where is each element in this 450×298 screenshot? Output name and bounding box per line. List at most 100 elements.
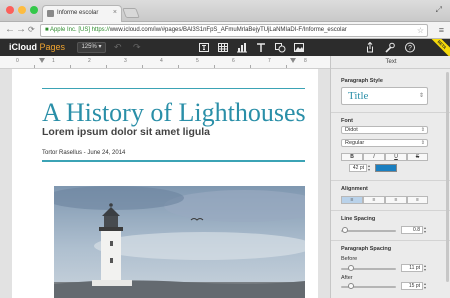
beta-flag: BETA [430, 39, 450, 56]
ruler-tick [178, 65, 179, 68]
bookmark-star-icon[interactable]: ☆ [417, 25, 424, 36]
title-top-rule [42, 88, 305, 89]
before-spacing-knob[interactable] [348, 265, 354, 271]
tools-icon[interactable] [384, 42, 396, 53]
document-title[interactable]: A History of Lighthouses [42, 98, 306, 128]
brand-name: iCloud [9, 42, 37, 52]
sidebar-scrollbar[interactable] [446, 72, 449, 282]
font-weight-value: Regular [345, 140, 365, 146]
format-sidebar: Text Paragraph Style Title ⇕ Font Didot … [330, 56, 450, 298]
bold-button[interactable]: B [341, 153, 363, 161]
chevron-updown-icon: ⇕ [418, 93, 424, 99]
close-window-button[interactable] [6, 6, 14, 14]
after-spacing-knob[interactable] [348, 283, 354, 289]
document-canvas: A History of Lighthouses Lorem ipsum dol… [0, 69, 330, 298]
divider [331, 180, 450, 181]
strikethrough-button[interactable]: S [407, 153, 428, 161]
ruler-label: 0 [16, 58, 19, 64]
ruler-label: 7 [268, 58, 271, 64]
document-byline[interactable]: Tortor Rasellus - June 24, 2014 [42, 150, 125, 156]
align-justify-button[interactable]: ≡ [407, 196, 428, 204]
shape-icon[interactable] [274, 42, 286, 53]
paragraph-icon[interactable] [198, 42, 210, 53]
right-margin-marker[interactable] [290, 58, 296, 63]
redo-button[interactable]: ↷ [133, 42, 141, 53]
underline-button[interactable]: U [385, 153, 407, 161]
align-right-button[interactable]: ≡ [385, 196, 407, 204]
lighthouse-photo[interactable] [54, 186, 305, 298]
font-size-stepper[interactable]: ▴ ▾ [368, 164, 370, 172]
ruler-label: 6 [232, 58, 235, 64]
zoom-select[interactable]: 125% ▾ [77, 42, 106, 53]
byline-rule [42, 160, 305, 162]
new-tab-button[interactable] [122, 8, 140, 18]
fullscreen-icon[interactable]: ⤢ [436, 5, 442, 15]
text-icon[interactable] [255, 42, 267, 53]
ev-certificate-label[interactable]: Apple Inc. [US] [50, 27, 90, 33]
chevron-updown-icon: ⇕ [420, 140, 425, 146]
divider [331, 210, 450, 211]
ruler-label: 3 [124, 58, 127, 64]
browser-tab[interactable]: Informe escolar × [42, 5, 122, 22]
minimize-window-button[interactable] [18, 6, 26, 14]
after-spacing-field[interactable]: 15 pt [401, 282, 423, 290]
lock-icon: ■ [45, 27, 49, 33]
line-spacing-stepper[interactable]: ▴ ▾ [424, 226, 426, 234]
text-color-well[interactable] [375, 164, 397, 172]
zoom-window-button[interactable] [30, 6, 38, 14]
favicon-icon [47, 10, 54, 17]
align-center-button[interactable]: ≡ [363, 196, 385, 204]
address-bar[interactable]: ■ Apple Inc. [US] https://www.icloud.com… [40, 24, 428, 37]
line-spacing-knob[interactable] [342, 227, 348, 233]
window-controls [6, 6, 38, 14]
back-button[interactable]: ← [5, 23, 15, 37]
ruler[interactable]: 0 1 2 3 4 5 6 7 8 [0, 56, 330, 69]
ruler-label: 8 [304, 58, 307, 64]
address-toolbar: ← → ⟳ ■ Apple Inc. [US] https://www.iclo… [0, 22, 450, 39]
help-icon[interactable]: ? [404, 42, 416, 53]
font-family-select[interactable]: Didot ⇕ [341, 126, 428, 134]
forward-button[interactable]: → [16, 23, 26, 37]
ruler-label: 2 [88, 58, 91, 64]
reload-button[interactable]: ⟳ [28, 23, 35, 37]
browser-menu-icon[interactable]: ≡ [439, 25, 444, 35]
url-text: www.icloud.com/iw/#pages/BAl3S1nFpS_AFmu… [109, 27, 347, 33]
image-icon[interactable] [293, 42, 305, 53]
align-left-button[interactable]: ≡ [341, 196, 363, 204]
document-subtitle[interactable]: Lorem ipsum dolor sit amet ligula [42, 126, 210, 138]
ruler-tick [106, 65, 107, 68]
after-spacing-stepper[interactable]: ▴ ▾ [424, 282, 426, 290]
ruler-label: 1 [52, 58, 55, 64]
divider [331, 112, 450, 113]
ruler-tick [214, 65, 215, 68]
app-toolbar: iCloud Pages 125% ▾ ↶ ↷ ? [0, 39, 450, 56]
paragraph-style-value: Title [348, 90, 369, 102]
url-scheme: https:// [91, 27, 110, 33]
alignment-label: Alignment [341, 186, 368, 192]
font-family-value: Didot [345, 127, 358, 133]
left-margin-marker[interactable] [39, 58, 45, 63]
tab-bar: Informe escolar × ⤢ [0, 0, 450, 22]
line-spacing-slider[interactable] [341, 230, 396, 232]
sidebar-header: Text [331, 56, 450, 69]
document-page[interactable]: A History of Lighthouses Lorem ipsum dol… [12, 69, 318, 298]
chevron-updown-icon: ⇕ [420, 127, 425, 133]
paragraph-style-select[interactable]: Title ⇕ [341, 87, 428, 105]
font-size-field[interactable]: 42 pt [349, 164, 367, 172]
before-spacing-field[interactable]: 11 pt [401, 264, 423, 272]
paragraph-style-label: Paragraph Style [341, 78, 383, 84]
ruler-label: 5 [196, 58, 199, 64]
undo-button[interactable]: ↶ [114, 42, 122, 53]
font-weight-select[interactable]: Regular ⇕ [341, 139, 428, 147]
line-spacing-field[interactable]: 0.8 [401, 226, 423, 234]
italic-button[interactable]: I [363, 153, 385, 161]
tab-close-icon[interactable]: × [113, 9, 117, 16]
table-icon[interactable] [217, 42, 229, 53]
chart-icon[interactable] [236, 42, 248, 53]
tab-title: Informe escolar [57, 10, 99, 16]
beta-flag-label: BETA [430, 39, 450, 56]
share-icon[interactable] [364, 42, 376, 53]
before-spacing-stepper[interactable]: ▴ ▾ [424, 264, 426, 272]
ruler-tick [34, 65, 35, 68]
divider [331, 240, 450, 241]
